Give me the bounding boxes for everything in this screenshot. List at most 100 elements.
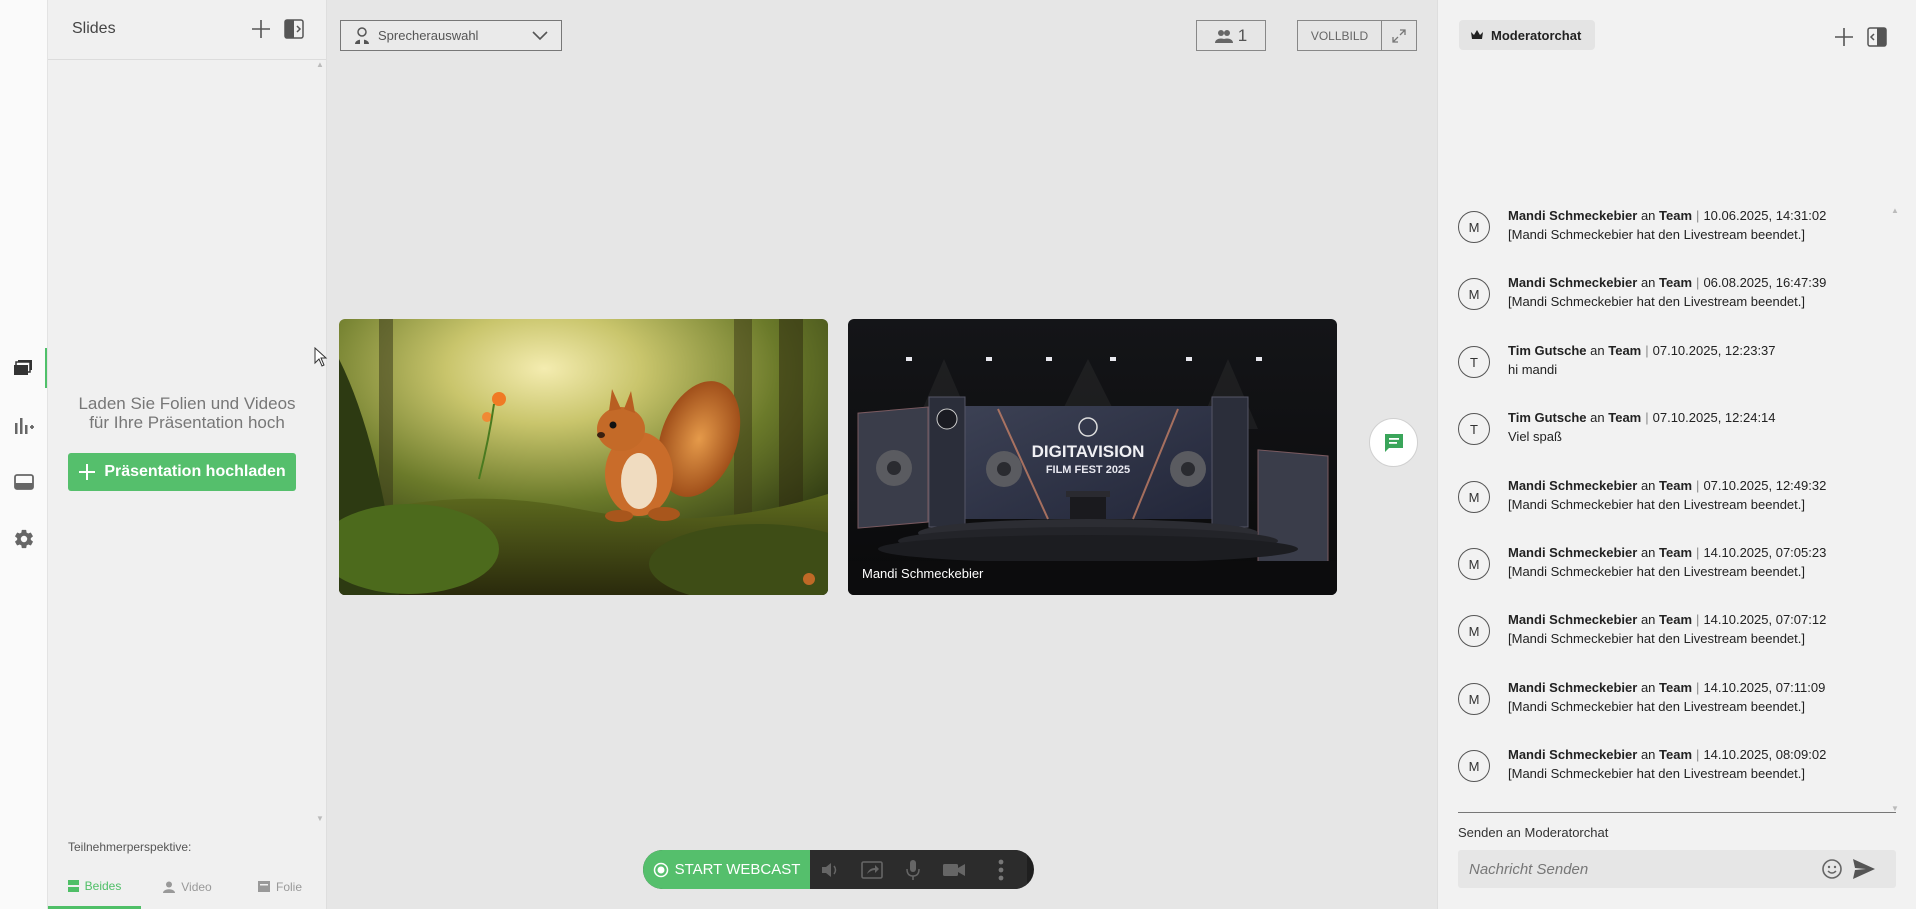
speaker-select[interactable]: Sprecherauswahl (340, 20, 562, 51)
avatar-initial: M (1468, 489, 1480, 505)
mouse-pointer-icon (314, 347, 328, 367)
avatar: M (1458, 750, 1490, 782)
meta-separator: | (1696, 747, 1700, 762)
avatar-initial: M (1468, 286, 1480, 302)
person-icon (163, 881, 176, 893)
meta-separator: | (1645, 410, 1649, 425)
video-tile[interactable]: DIGITAVISION FILM FEST 2025 Mandi Schmec… (848, 319, 1337, 595)
collapse-chat-button[interactable] (1864, 24, 1890, 50)
expand-button[interactable] (1382, 21, 1416, 50)
add-chat-button[interactable] (1831, 24, 1857, 50)
audio-button[interactable] (810, 850, 851, 889)
chat-message: T Tim Gutsche an Team | 07.10.2025, 12:24:1… (1458, 410, 1898, 462)
tab-moderatorchat[interactable]: Moderatorchat (1459, 20, 1596, 50)
empty-text-line1: Laden Sie Folien und Videos (78, 394, 296, 413)
message-sender: Mandi Schmeckebier (1508, 478, 1638, 493)
more-options-button[interactable] (974, 850, 1027, 889)
message-target: Team (1659, 275, 1693, 290)
message-timestamp: 14.10.2025, 07:11:09 (1703, 680, 1826, 695)
upload-presentation-button[interactable]: Präsentation hochladen (68, 453, 296, 491)
stage-sign-line1: DIGITAVISION (1032, 442, 1145, 461)
meta-separator: | (1696, 545, 1700, 560)
message-target: Team (1659, 478, 1693, 493)
message-to-word: an (1640, 747, 1656, 762)
send-to-label: Senden an Moderatorchat (1458, 825, 1609, 840)
message-to-word: an (1590, 343, 1605, 358)
emoji-button[interactable] (1821, 858, 1843, 885)
avatar: M (1458, 481, 1490, 513)
message-sender: Mandi Schmeckebier (1508, 747, 1638, 762)
message-text: [Mandi Schmeckebier hat den Livestream b… (1508, 699, 1806, 714)
chat-bubble-icon (1384, 433, 1403, 452)
chat-message: M Mandi Schmeckebier an Team | 14.10.2025, … (1458, 747, 1898, 799)
message-timestamp: 14.10.2025, 07:07:12 (1703, 612, 1827, 627)
slides-icon (13, 360, 32, 375)
slides-header: Slides (48, 0, 326, 60)
message-meta: Mandi Schmeckebier an Team | 14.10.2025, 0… (1508, 545, 1826, 560)
video-camera-icon (942, 863, 965, 876)
message-target: Team (1659, 612, 1693, 627)
plus-icon (252, 20, 270, 38)
tab-beides[interactable]: Beides (48, 866, 141, 909)
message-meta: Tim Gutsche an Team | 07.10.2025, 12:23:37 (1508, 343, 1776, 358)
rail-settings-button[interactable] (0, 519, 47, 559)
chat-message: M Mandi Schmeckebier an Team | 14.10.2025, … (1458, 680, 1898, 732)
message-to-word: an (1590, 410, 1605, 425)
chat-toggle-button[interactable] (1369, 418, 1418, 467)
microphone-button[interactable] (892, 850, 933, 889)
chat-panel: Moderatorchat ▲ ▼ M Mandi Schmeckebier an… (1437, 0, 1916, 909)
message-timestamp: 06.08.2025, 16:47:39 (1703, 275, 1827, 290)
microphone-icon (905, 859, 920, 880)
slide-preview-tile[interactable] (339, 319, 828, 595)
send-icon (1853, 859, 1875, 879)
message-sender: Mandi Schmeckebier (1508, 612, 1638, 627)
add-slide-button[interactable] (248, 16, 274, 42)
avatar: M (1458, 211, 1490, 243)
slides-title: Slides (72, 20, 116, 37)
upload-label: Präsentation hochladen (104, 463, 286, 480)
rail-banner-button[interactable] (0, 462, 47, 502)
participants-button[interactable]: 1 (1196, 20, 1266, 51)
message-target: Team (1659, 208, 1693, 223)
perspective-label: Teilnehmerperspektive: (68, 840, 192, 854)
message-text: [Mandi Schmeckebier hat den Livestream b… (1508, 766, 1806, 781)
meta-separator: | (1696, 478, 1700, 493)
avatar: M (1458, 548, 1490, 580)
meta-separator: | (1696, 612, 1700, 627)
send-button[interactable] (1852, 858, 1876, 885)
screen-share-icon (860, 860, 883, 879)
message-to-word: an (1640, 680, 1656, 695)
meta-separator: | (1696, 275, 1700, 290)
message-meta: Mandi Schmeckebier an Team | 10.06.2025, 1… (1508, 208, 1826, 223)
tab-folie[interactable]: Folie (234, 866, 326, 907)
message-text: [Mandi Schmeckebier hat den Livestream b… (1508, 227, 1806, 242)
slide-icon (257, 881, 270, 892)
avatar-initial: M (1468, 758, 1480, 774)
meta-separator: | (1696, 680, 1700, 695)
fullscreen-button[interactable]: VOLLBILD (1297, 20, 1417, 51)
tab-video[interactable]: Video (141, 866, 234, 907)
camera-button[interactable] (933, 850, 974, 889)
chat-message: M Mandi Schmeckebier an Team | 14.10.2025, … (1458, 612, 1898, 664)
message-timestamp: 10.06.2025, 14:31:02 (1703, 208, 1827, 223)
scroll-up-arrow[interactable]: ▲ (316, 60, 324, 69)
layers-icon (67, 880, 79, 892)
rail-poll-button[interactable] (0, 405, 47, 445)
scroll-down-arrow[interactable]: ▼ (316, 814, 324, 823)
people-icon (1214, 29, 1233, 43)
message-sender: Tim Gutsche (1508, 410, 1587, 425)
collapse-slides-button[interactable] (281, 16, 307, 42)
broadcast-toolbar: START WEBCAST (643, 850, 1034, 889)
message-text: hi mandi (1508, 362, 1558, 377)
screen-share-button[interactable] (851, 850, 892, 889)
participant-count: 1 (1237, 25, 1248, 45)
rail-slides-button[interactable] (0, 348, 47, 388)
start-webcast-button[interactable]: START WEBCAST (643, 850, 810, 889)
icon-rail (0, 0, 48, 909)
avatar-initial: T (1470, 354, 1478, 370)
chat-message: M Mandi Schmeckebier an Team | 07.10.2025, … (1458, 478, 1898, 530)
avatar-initial: M (1468, 623, 1480, 639)
speaker-icon (355, 26, 369, 44)
stage-image: DIGITAVISION FILM FEST 2025 (848, 319, 1337, 595)
empty-text-line2: für Ihre Präsentation hoch (89, 413, 285, 432)
